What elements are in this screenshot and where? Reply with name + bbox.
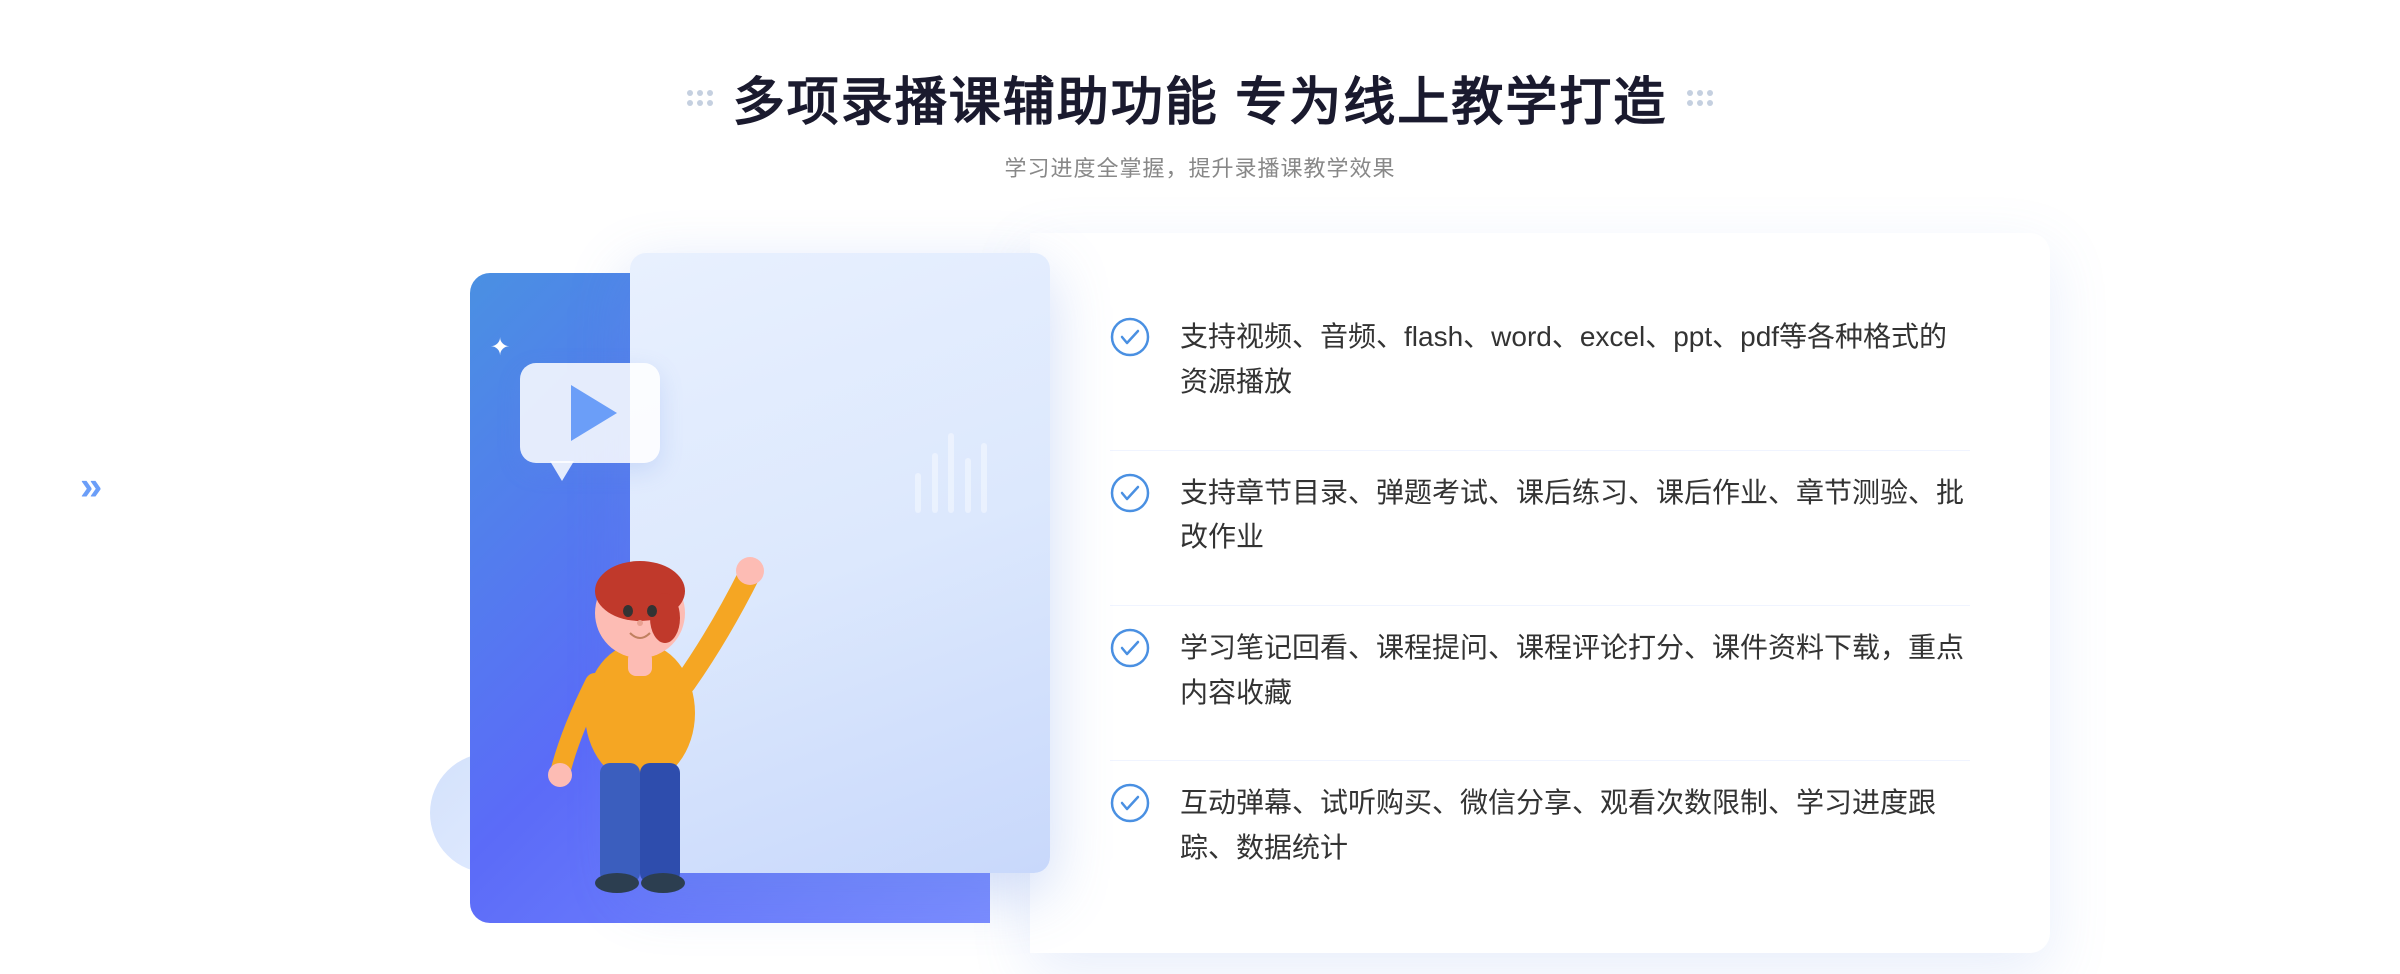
star-decoration: ✦ — [490, 333, 510, 362]
feature-item-4: 互动弹幕、试听购买、微信分享、观看次数限制、学习进度跟踪、数据统计 — [1110, 760, 1970, 891]
character-illustration — [510, 453, 770, 953]
feature-text-3: 学习笔记回看、课程提问、课程评论打分、课件资料下载，重点内容收藏 — [1180, 626, 1970, 716]
header-section: 多项录播课辅助功能 专为线上教学打造 学习进度全掌握，提升录播课教学效果 — [687, 60, 1713, 183]
feature-text-1: 支持视频、音频、flash、word、excel、ppt、pdf等各种格式的资源… — [1180, 315, 1970, 405]
check-icon-4 — [1110, 783, 1150, 823]
feature-item-3: 学习笔记回看、课程提问、课程评论打分、课件资料下载，重点内容收藏 — [1110, 605, 1970, 736]
check-icon-1 — [1110, 317, 1150, 357]
feature-item-1: 支持视频、音频、flash、word、excel、ppt、pdf等各种格式的资源… — [1110, 295, 1970, 425]
check-icon-2 — [1110, 473, 1150, 513]
column-lines-decoration — [912, 433, 990, 513]
check-icon-3 — [1110, 628, 1150, 668]
speech-bubble — [520, 363, 660, 463]
feature-text-4: 互动弹幕、试听购买、微信分享、观看次数限制、学习进度跟踪、数据统计 — [1180, 781, 1970, 871]
feature-item-2: 支持章节目录、弹题考试、课后练习、课后作业、章节测验、批改作业 — [1110, 450, 1970, 581]
illustration-area: ✦ — [350, 233, 1030, 953]
content-area: ✦ — [350, 233, 2050, 953]
features-panel: 支持视频、音频、flash、word、excel、ppt、pdf等各种格式的资源… — [1030, 233, 2050, 953]
title-dots-left — [687, 90, 713, 106]
page-container: » 多项录播课辅助功能 专为线上教学打造 学习进度全掌握，提升录播课教学效果 — [0, 0, 2400, 974]
page-subtitle: 学习进度全掌握，提升录播课教学效果 — [1004, 151, 1395, 183]
feature-text-2: 支持章节目录、弹题考试、课后练习、课后作业、章节测验、批改作业 — [1180, 471, 1970, 561]
title-dots-right — [1687, 90, 1713, 106]
title-row: 多项录播课辅助功能 专为线上教学打造 — [687, 60, 1713, 135]
play-icon — [571, 385, 617, 441]
play-area — [520, 363, 660, 463]
page-title: 多项录播课辅助功能 专为线上教学打造 — [733, 60, 1667, 135]
chevrons-decoration: » — [80, 465, 102, 510]
